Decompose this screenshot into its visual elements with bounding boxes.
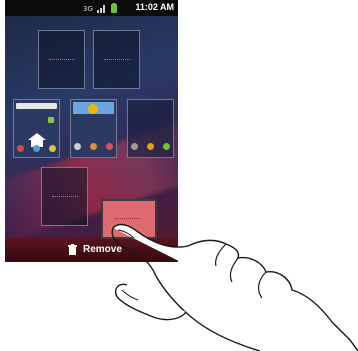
hand-pointer-icon [111, 223, 358, 351]
